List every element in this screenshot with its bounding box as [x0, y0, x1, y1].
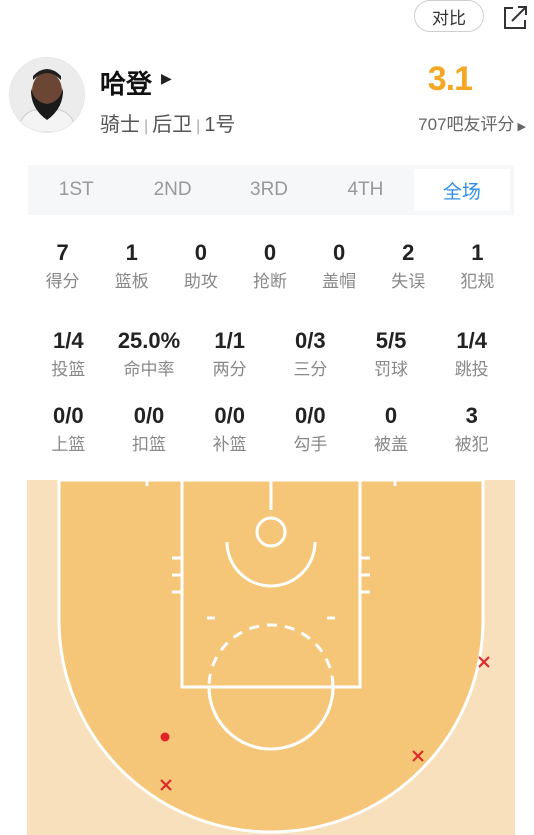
stat-blocked: 0 被盖: [351, 403, 432, 455]
stat-value: 0: [194, 240, 207, 265]
stat-value: 0: [333, 240, 346, 265]
stat-label: 补篮: [212, 435, 247, 454]
stat-label: 失误: [391, 272, 426, 291]
rating-link[interactable]: 707吧友评分 ▶: [418, 110, 526, 135]
player-number: 1号: [204, 114, 236, 136]
stat-value: 0/0: [133, 403, 165, 428]
player-rating: 3.1: [427, 60, 473, 98]
stat-value: 0: [384, 403, 398, 428]
tab-4th[interactable]: 4TH: [317, 165, 413, 215]
stat-label: 两分: [212, 360, 247, 379]
stat-value: 1/4: [53, 328, 84, 353]
stat-three-pt: 0/3 三分: [270, 328, 351, 380]
stat-two-pt: 1/1 两分: [189, 328, 270, 380]
stat-rebounds: 1 篮板: [97, 240, 166, 292]
stat-value: 3: [465, 403, 478, 428]
player-meta: 骑士 | 后卫 | 1号: [100, 108, 235, 137]
stat-fouled: 3 被犯: [431, 403, 512, 455]
stat-tip-ins: 0/0 补篮: [189, 403, 270, 455]
meta-separator: |: [196, 118, 201, 135]
stat-label: 助攻: [183, 272, 218, 291]
stat-blocks: 0 盖帽: [305, 240, 374, 292]
stat-free-throws: 5/5 罚球: [351, 328, 432, 380]
stat-label: 跳投: [454, 360, 489, 379]
player-name[interactable]: 哈登: [100, 64, 152, 101]
stat-label: 三分: [293, 360, 328, 379]
stat-fg: 1/4 投篮: [28, 328, 109, 380]
share-icon[interactable]: [500, 2, 530, 32]
rating-count-label: 707吧友评分: [418, 115, 515, 134]
player-avatar: [10, 58, 84, 132]
stat-turnovers: 2 失误: [374, 240, 443, 292]
basic-stats-row: 7 得分 1 篮板 0 助攻 0 抢断 0 盖帽 2 失误 1 犯规: [28, 240, 512, 292]
tab-3rd[interactable]: 3RD: [221, 165, 317, 215]
stat-points: 7 得分: [28, 240, 97, 292]
compare-button[interactable]: 对比: [414, 0, 484, 32]
stat-assists: 0 助攻: [166, 240, 235, 292]
stat-label: 得分: [45, 272, 80, 291]
stat-label: 篮板: [114, 272, 149, 291]
stat-fg-pct: 25.0% 命中率: [109, 328, 190, 380]
shot-type-stats-row: 0/0 上篮 0/0 扣篮 0/0 补篮 0/0 勾手 0 被盖 3 被犯: [28, 403, 512, 455]
stat-value: 25.0%: [117, 328, 181, 353]
stat-value: 0/0: [53, 403, 84, 428]
stat-dunks: 0/0 扣篮: [109, 403, 190, 455]
player-team: 骑士: [100, 114, 140, 136]
stat-value: 0/0: [295, 403, 326, 428]
stat-label: 罚球: [374, 360, 409, 379]
stat-value: 1: [125, 240, 138, 265]
stat-fouls: 1 犯规: [443, 240, 512, 292]
shot-chart-court: [27, 480, 515, 835]
stat-label: 勾手: [293, 435, 328, 454]
stat-value: 1/4: [456, 328, 487, 353]
stat-value: 2: [402, 240, 415, 265]
top-bar: 对比: [0, 0, 534, 36]
shot-made-marker[interactable]: [160, 732, 170, 742]
chevron-right-icon: ▶: [517, 121, 526, 133]
tab-2nd[interactable]: 2ND: [124, 165, 220, 215]
stat-label: 扣篮: [132, 435, 166, 454]
stat-label: 上篮: [51, 435, 86, 454]
tab-full-game[interactable]: 全场: [413, 169, 511, 211]
stat-layups: 0/0 上篮: [28, 403, 109, 455]
tab-1st[interactable]: 1ST: [28, 165, 124, 215]
stat-value: 0/0: [214, 403, 245, 428]
quarter-tabs: 1ST 2ND 3RD 4TH 全场: [28, 165, 514, 215]
stat-value: 7: [56, 240, 69, 265]
player-name-arrow-icon[interactable]: ▶: [161, 70, 172, 87]
meta-separator: |: [144, 118, 149, 135]
stat-value: 0: [263, 240, 277, 265]
stat-value: 1: [471, 240, 484, 265]
stat-jumpers: 1/4 跳投: [431, 328, 512, 380]
stat-value: 5/5: [375, 328, 407, 353]
stat-steals: 0 抢断: [235, 240, 304, 292]
stat-value: 0/3: [295, 328, 326, 353]
stat-label: 命中率: [123, 360, 175, 379]
stat-label: 被盖: [374, 435, 409, 454]
stat-label: 盖帽: [322, 272, 357, 291]
player-position: 后卫: [152, 114, 193, 136]
stat-label: 被犯: [454, 435, 489, 454]
shooting-stats-row: 1/4 投篮 25.0% 命中率 1/1 两分 0/3 三分 5/5 罚球 1/4 跳投: [28, 328, 512, 380]
stat-label: 抢断: [252, 272, 287, 291]
stat-label: 投篮: [51, 360, 86, 379]
stat-hooks: 0/0 勾手: [270, 403, 351, 455]
stat-value: 1/1: [214, 328, 245, 353]
stat-label: 犯规: [460, 272, 495, 291]
